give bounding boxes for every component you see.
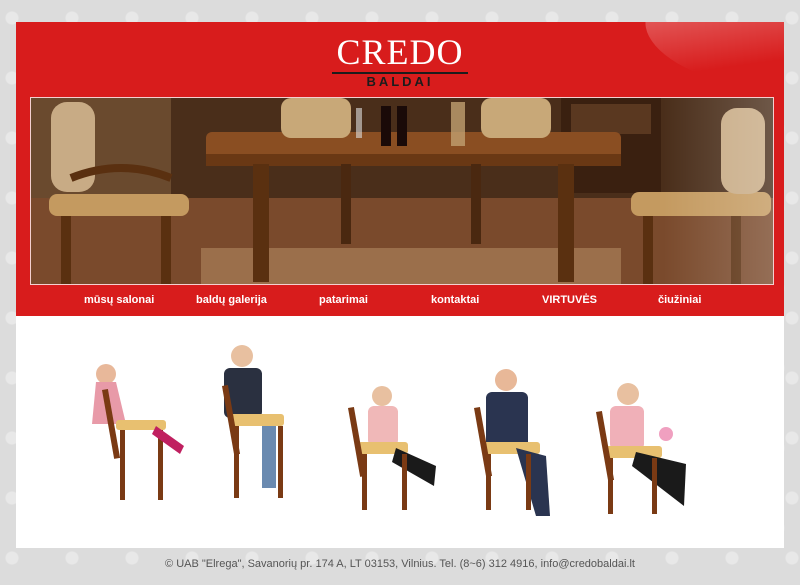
site-footer: © UAB "Elrega", Savanorių pr. 174 A, LT … [0, 558, 800, 570]
figure-child [92, 364, 184, 500]
nav-item-patarimai[interactable]: patarimai [319, 291, 368, 309]
people-illustration [92, 345, 686, 516]
footer-email-link[interactable]: info@credobaldai.lt [541, 558, 635, 570]
logo-name: CREDO [336, 32, 464, 72]
banner-side-fade [663, 98, 773, 284]
nav-item-virtuves[interactable]: VIRTUVĖS [542, 291, 597, 309]
figure-elder-woman [596, 383, 686, 514]
nav-item-ciuziniai[interactable]: čiužiniai [658, 291, 701, 309]
nav-item-salonai[interactable]: mūsų salonai [84, 291, 154, 309]
site-header: CREDO BALDAI mūsų salonai baldų galerija… [16, 22, 784, 316]
figure-woman-phone [347, 386, 436, 510]
figure-teen [222, 345, 284, 498]
figure-man-phone [473, 369, 550, 516]
site-logo[interactable]: CREDO BALDAI [16, 32, 784, 89]
page-container: CREDO BALDAI mūsų salonai baldų galerija… [16, 22, 784, 548]
main-nav: mūsų salonai baldų galerija patarimai ko… [16, 291, 784, 311]
people-image-area [16, 316, 784, 548]
nav-item-kontaktai[interactable]: kontaktai [431, 291, 479, 309]
banner-image [30, 97, 774, 285]
logo-subtitle: BALDAI [366, 74, 434, 89]
footer-address: © UAB "Elrega", Savanorių pr. 174 A, LT … [165, 558, 538, 570]
nav-item-galerija[interactable]: baldų galerija [196, 291, 267, 309]
